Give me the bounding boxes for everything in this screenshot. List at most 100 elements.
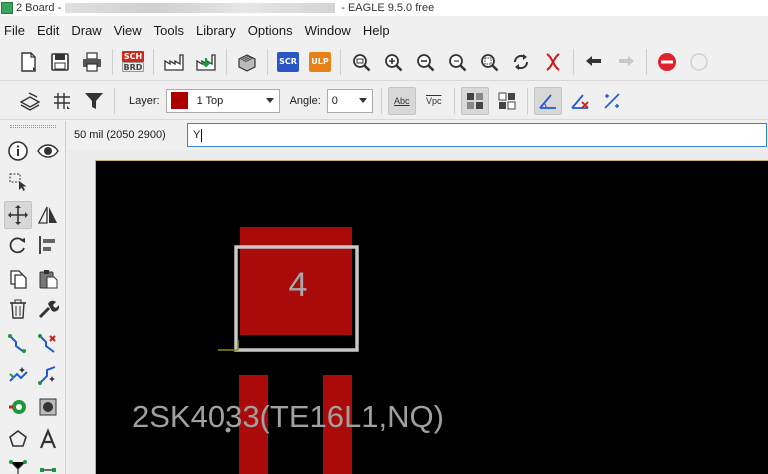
print-button[interactable] (78, 48, 106, 76)
dimension-button[interactable] (34, 455, 62, 474)
3d-board-icon (238, 53, 256, 72)
move-button[interactable] (4, 201, 32, 229)
layer-color-swatch (170, 92, 188, 109)
zoom-previous-button[interactable] (443, 48, 471, 76)
redo-arrow-icon (619, 55, 634, 66)
go-disabled-icon (690, 52, 708, 71)
polygon-button[interactable] (4, 425, 32, 453)
zoom-fit-button[interactable] (347, 48, 375, 76)
stop-button[interactable] (653, 48, 681, 76)
text-mirror-button[interactable]: Vpc (420, 87, 448, 115)
window-title-prefix: 2 Board - (16, 2, 62, 14)
menu-view[interactable]: View (108, 23, 148, 38)
paste-clipboard-icon (39, 270, 58, 289)
mirror-icon (37, 206, 57, 224)
snap-angle-off-button[interactable] (566, 87, 594, 115)
toolbar-separator (453, 87, 455, 114)
vpc-text-icon: Vpc (426, 95, 442, 106)
polygon-pentagon-icon (9, 430, 27, 447)
toolbar-separator (573, 48, 574, 75)
part-name-label: 2SK4033(TE16L1,NQ) (132, 399, 444, 434)
main-toolbar: SCH BRD SCR ULP (0, 43, 768, 81)
paste-button[interactable] (34, 265, 62, 293)
text-button[interactable] (34, 425, 62, 453)
show-button[interactable] (34, 137, 62, 165)
autoroute-icon (9, 367, 28, 382)
redraw-button[interactable] (507, 48, 535, 76)
change-button[interactable] (34, 295, 62, 323)
angle-value: 0 (331, 94, 338, 107)
ratsnest-button[interactable] (539, 48, 567, 76)
group-select-icon (9, 173, 27, 191)
group-select-button[interactable] (4, 168, 32, 196)
drawing-area: 4 2SK4033(TE16L1,NQ) (67, 150, 768, 474)
ripup-icon (38, 334, 56, 353)
hole-button[interactable] (34, 393, 62, 421)
toolbar-separator (226, 48, 227, 75)
command-toolbar (0, 121, 66, 474)
3d-view-button[interactable] (233, 48, 261, 76)
delete-button[interactable] (4, 295, 32, 323)
pad-grid-alt-icon (498, 92, 516, 109)
ulp-button[interactable]: ULP (306, 48, 334, 76)
angle-select[interactable]: 0 (326, 88, 373, 113)
command-line-bar: 50 mil (2050 2900) Y (67, 121, 768, 149)
save-button[interactable] (46, 48, 74, 76)
menu-library[interactable]: Library (190, 23, 242, 38)
pad-style-button[interactable] (460, 86, 489, 115)
copy-button[interactable] (4, 265, 32, 293)
board-canvas[interactable]: 4 2SK4033(TE16L1,NQ) (95, 160, 768, 474)
text-upright-button[interactable]: Abc (387, 86, 416, 115)
menu-help[interactable]: Help (357, 23, 396, 38)
zoom-select-button[interactable] (475, 48, 503, 76)
menu-draw[interactable]: Draw (65, 23, 107, 38)
redo-button[interactable] (612, 48, 640, 76)
go-button[interactable] (685, 48, 713, 76)
menu-options[interactable]: Options (242, 23, 299, 38)
toolbar-separator (526, 87, 528, 114)
chevron-down-icon (358, 97, 367, 103)
pad-style-alt-button[interactable] (493, 87, 521, 115)
menu-edit[interactable]: Edit (31, 23, 65, 38)
ripup-button[interactable] (34, 329, 62, 357)
snap-free-button[interactable] (598, 87, 626, 115)
layers-icon (19, 91, 41, 111)
window-title-suffix: - EAGLE 9.5.0 free (341, 2, 435, 14)
rotate-icon (9, 237, 25, 254)
stop-icon (658, 52, 676, 71)
rotate-button[interactable] (4, 231, 32, 259)
factory-icon (164, 53, 184, 71)
board-graphics: 4 2SK4033(TE16L1,NQ) (132, 227, 444, 474)
snap-angle-button[interactable] (533, 86, 562, 115)
optimize-route-button[interactable] (34, 361, 62, 389)
menu-window[interactable]: Window (299, 23, 357, 38)
command-input[interactable]: Y (187, 123, 767, 147)
signal-button[interactable] (4, 455, 32, 474)
coordinate-display: 50 mil (2050 2900) (74, 129, 166, 141)
menu-file[interactable]: File (0, 23, 31, 38)
grid-button[interactable] (48, 87, 76, 115)
layer-display-button[interactable] (16, 87, 44, 115)
manufacturing-button[interactable] (192, 48, 220, 76)
menu-tools[interactable]: Tools (148, 23, 190, 38)
mirror-button[interactable] (34, 201, 62, 229)
zoom-in-icon (385, 53, 403, 71)
layer-select[interactable]: 1 Top (165, 88, 280, 113)
board-download-icon (196, 53, 216, 71)
info-button[interactable] (4, 137, 32, 165)
switch-sch-brd-button[interactable]: SCH BRD (119, 48, 147, 76)
filter-button[interactable] (80, 87, 108, 115)
script-button[interactable]: SCR (274, 48, 302, 76)
undo-button[interactable] (580, 48, 608, 76)
printer-icon (83, 51, 101, 72)
new-file-button[interactable] (14, 48, 42, 76)
zoom-out-button[interactable] (411, 48, 439, 76)
autorouter-button[interactable] (4, 361, 32, 389)
toolbar-separator (153, 48, 154, 75)
signal-net-icon (9, 460, 27, 474)
cam-processor-button[interactable] (160, 48, 188, 76)
via-button[interactable] (4, 393, 32, 421)
zoom-in-button[interactable] (379, 48, 407, 76)
align-button[interactable] (34, 231, 62, 259)
route-button[interactable] (4, 329, 32, 357)
